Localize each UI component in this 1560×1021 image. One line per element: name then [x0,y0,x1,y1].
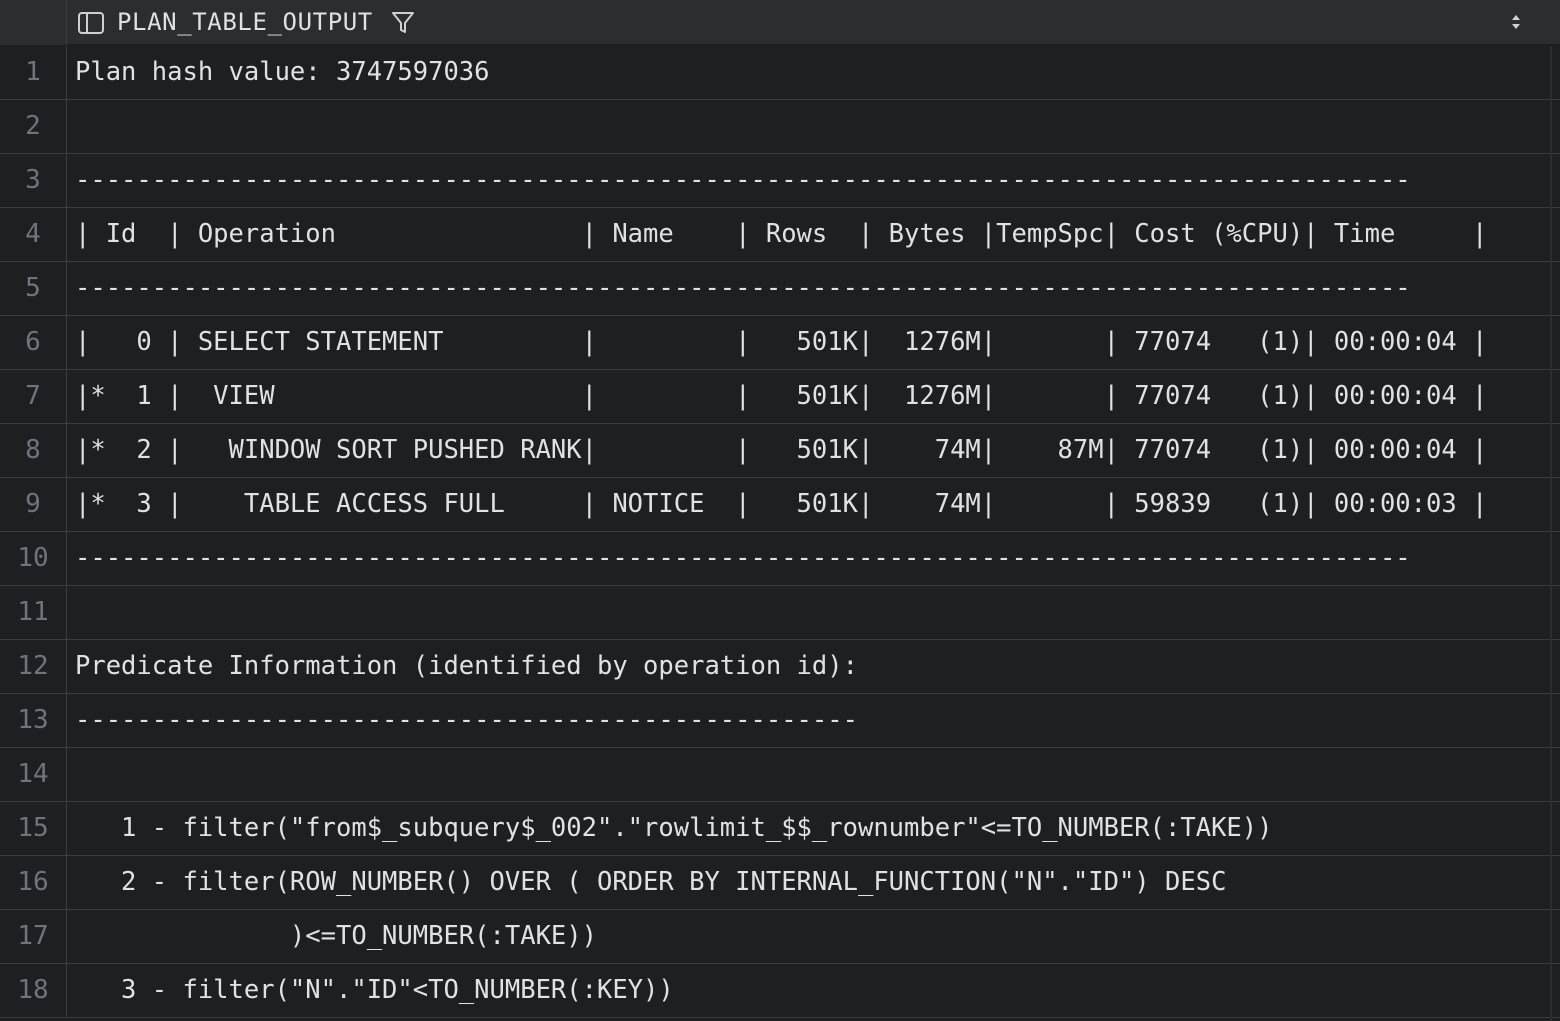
table-row[interactable]: 7 |* 1 | VIEW | | 501K| 1276M| | 77074 (1… [0,370,1560,424]
table-row[interactable]: 8 |* 2 | WINDOW SORT PUSHED RANK| | 501K|… [0,424,1560,478]
plan-output-cell[interactable] [68,748,1550,801]
table-row[interactable]: 3 ---------------------------------------… [0,154,1560,208]
row-number: 5 [0,262,67,315]
row-number: 10 [0,532,67,585]
plan-output-cell[interactable]: 3 - filter("N"."ID"<TO_NUMBER(:KEY)) [68,964,1550,1017]
table-row[interactable]: 12 Predicate Information (identified by o… [0,640,1560,694]
row-number: 9 [0,478,67,531]
row-number: 7 [0,370,67,423]
table-row[interactable]: 15 1 - filter("from$_subquery$_002"."row… [0,802,1560,856]
filter-icon[interactable] [389,9,417,37]
row-number: 6 [0,316,67,369]
table-row[interactable]: 16 2 - filter(ROW_NUMBER() OVER ( ORDER … [0,856,1560,910]
table-row[interactable]: 6 | 0 | SELECT STATEMENT | | 501K| 1276M|… [0,316,1560,370]
plan-output-cell[interactable]: |* 1 | VIEW | | 501K| 1276M| | 77074 (1)… [68,370,1550,423]
table-row[interactable]: 2 [0,100,1560,154]
table-row[interactable]: 18 3 - filter("N"."ID"<TO_NUMBER(:KEY)) [0,964,1560,1018]
column-header-plan-table-output[interactable]: PLAN_TABLE_OUTPUT [68,0,1560,45]
plan-output-cell[interactable]: Predicate Information (identified by ope… [68,640,1550,693]
plan-output-cell[interactable]: ----------------------------------------… [68,154,1550,207]
plan-output-cell[interactable] [68,586,1550,639]
result-rows: 1 Plan hash value: 3747597036 2 3 ----------… [0,46,1560,1018]
row-number: 4 [0,208,67,261]
row-number: 13 [0,694,67,747]
row-number: 3 [0,154,67,207]
row-number: 8 [0,424,67,477]
row-number: 2 [0,100,67,153]
table-row[interactable]: 10 --------------------------------------… [0,532,1560,586]
sort-updown-icon[interactable] [1506,10,1526,34]
row-number: 15 [0,802,67,855]
table-row[interactable]: 9 |* 3 | TABLE ACCESS FULL | NOTICE | 501… [0,478,1560,532]
plan-output-cell[interactable]: ----------------------------------------… [68,532,1550,585]
plan-output-cell[interactable]: ----------------------------------------… [68,262,1550,315]
plan-output-cell[interactable]: |* 3 | TABLE ACCESS FULL | NOTICE | 501K… [68,478,1550,531]
row-number-header-corner [0,0,67,45]
plan-output-cell[interactable]: | 0 | SELECT STATEMENT | | 501K| 1276M| … [68,316,1550,369]
table-row[interactable]: 14 [0,748,1560,802]
plan-output-cell[interactable]: |* 2 | WINDOW SORT PUSHED RANK| | 501K| … [68,424,1550,477]
plan-output-cell[interactable]: ----------------------------------------… [68,694,1550,747]
table-row[interactable]: 13 --------------------------------------… [0,694,1560,748]
table-row[interactable]: 17 )<=TO_NUMBER(:TAKE)) [0,910,1560,964]
row-number: 16 [0,856,67,909]
row-number: 1 [0,46,67,99]
row-number: 12 [0,640,67,693]
grid-header: PLAN_TABLE_OUTPUT [0,0,1560,45]
plan-output-cell[interactable]: 2 - filter(ROW_NUMBER() OVER ( ORDER BY … [68,856,1550,909]
row-number: 17 [0,910,67,963]
table-row[interactable]: 5 ---------------------------------------… [0,262,1560,316]
plan-output-cell[interactable]: 1 - filter("from$_subquery$_002"."rowlim… [68,802,1550,855]
row-number: 18 [0,964,67,1017]
query-result-grid: PLAN_TABLE_OUTPUT 1 Plan hash value: 3747… [0,0,1560,1021]
vertical-scrollbar-track[interactable] [1550,46,1552,1021]
row-number: 14 [0,748,67,801]
plan-output-cell[interactable] [68,100,1550,153]
table-row[interactable]: 11 [0,586,1560,640]
plan-output-cell[interactable]: Plan hash value: 3747597036 [68,46,1550,99]
row-number: 11 [0,586,67,639]
table-column-icon [77,11,105,35]
column-title: PLAN_TABLE_OUTPUT [117,8,373,36]
table-row[interactable]: 4 | Id | Operation | Name | Rows | Bytes … [0,208,1560,262]
plan-output-cell[interactable]: | Id | Operation | Name | Rows | Bytes |… [68,208,1550,261]
table-row[interactable]: 1 Plan hash value: 3747597036 [0,46,1560,100]
plan-output-cell[interactable]: )<=TO_NUMBER(:TAKE)) [68,910,1550,963]
